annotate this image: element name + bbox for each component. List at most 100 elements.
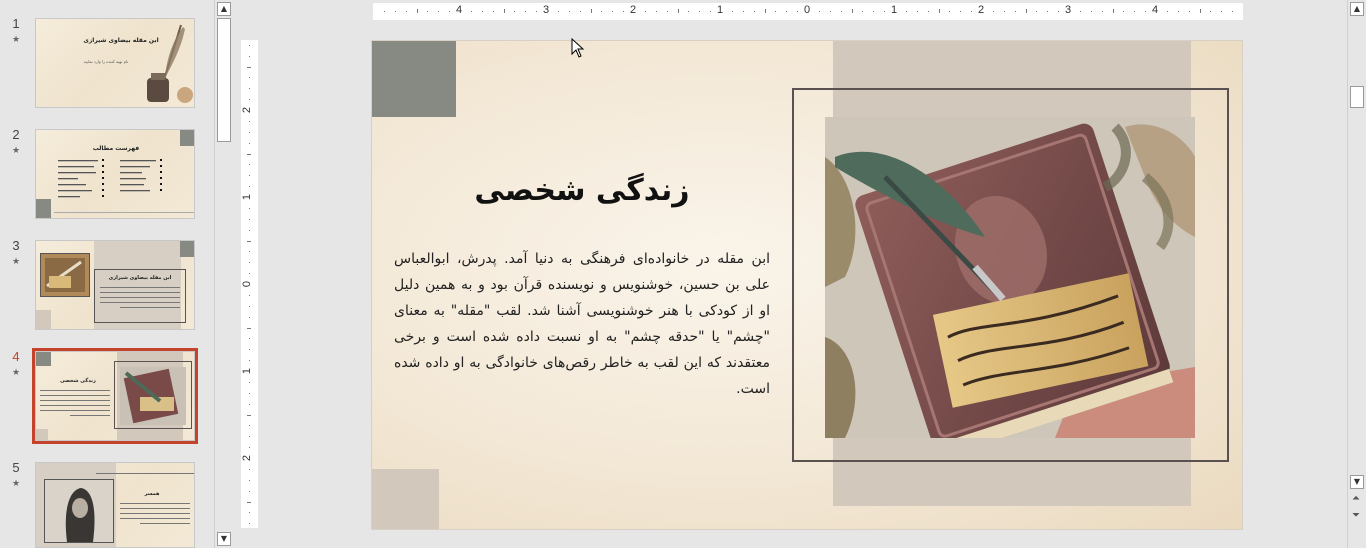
ruler-number: 2 xyxy=(241,106,254,114)
ruler-tick xyxy=(514,11,516,12)
ruler-tick xyxy=(247,501,251,503)
ruler-tick xyxy=(1014,11,1016,12)
ruler-tick xyxy=(710,11,712,12)
slide-thumbnail-2[interactable]: فهرست مطالب xyxy=(35,129,195,219)
ruler-tick xyxy=(644,11,646,12)
ruler-tick xyxy=(1047,11,1049,12)
chevron-down-icon[interactable]: ▼ xyxy=(1350,475,1364,489)
ruler-tick xyxy=(1188,11,1190,12)
ruler-tick xyxy=(938,9,940,13)
thumb-number-5: 5 xyxy=(12,460,20,475)
ruler-tick xyxy=(405,11,407,12)
ruler-tick xyxy=(249,77,250,79)
ruler-number: 2 xyxy=(978,4,985,16)
slide-thumbnail-1[interactable]: ابن مقله بیضاوی شیرازی نام تهیه کننده را… xyxy=(35,18,195,108)
ruler-tick xyxy=(579,11,581,12)
ruler-tick xyxy=(775,11,777,12)
ruler-number: 1 xyxy=(241,193,254,201)
transition-star-icon[interactable]: ★ xyxy=(10,257,22,267)
ruler-tick xyxy=(427,11,429,12)
ruler-tick xyxy=(557,11,559,12)
ruler-tick xyxy=(249,131,250,133)
chevron-down-icon[interactable]: ▼ xyxy=(217,532,231,546)
ruler-tick xyxy=(470,11,472,12)
corner-block xyxy=(36,310,51,329)
ruler-tick xyxy=(249,142,250,144)
quill-inkwell-image xyxy=(141,23,194,107)
ruler-tick xyxy=(818,11,820,12)
ruler-number: 2 xyxy=(630,4,637,16)
ruler-tick xyxy=(1199,9,1201,13)
ruler-tick xyxy=(1123,11,1125,12)
ruler-tick xyxy=(949,11,951,12)
thumbnail-scrollbar[interactable]: ▲ ▼ xyxy=(214,0,232,548)
ruler-tick xyxy=(416,9,418,13)
ruler-number: 4 xyxy=(456,4,463,16)
mouse-pointer-icon xyxy=(571,37,585,58)
ruler-tick xyxy=(797,11,799,12)
slide-thumbnail-5[interactable]: همسر xyxy=(35,462,195,548)
slide-thumbnail-3[interactable]: ابن مقله بیضاوی شیرازی xyxy=(35,240,195,330)
chevron-up-icon[interactable]: ▲ xyxy=(1350,2,1364,16)
ruler-number: 0 xyxy=(241,280,254,288)
ruler-tick xyxy=(249,403,250,405)
corner-block xyxy=(180,130,194,146)
ruler-number: 1 xyxy=(717,4,724,16)
ruler-tick xyxy=(249,218,250,220)
editor-scrollbar[interactable]: ▲ ▼ ⏶ ⏷ xyxy=(1347,0,1366,548)
divider-line xyxy=(96,473,194,474)
slide-thumbnail-4[interactable]: زندگی شخصی xyxy=(32,348,198,444)
chevron-up-icon[interactable]: ▲ xyxy=(217,2,231,16)
slide-thumbnail-pane: 1 ★ ابن مقله بیضاوی شیرازی نام تهیه کنند… xyxy=(0,0,214,548)
ruler-tick xyxy=(247,327,251,329)
ruler-tick xyxy=(249,392,250,394)
slide-title[interactable]: زندگی شخصی xyxy=(432,173,732,208)
ruler-tick xyxy=(699,11,701,12)
ruler-tick xyxy=(1145,11,1147,12)
thumb-title: همسر xyxy=(144,491,160,497)
vertical-ruler[interactable]: 2 1 0 1 2 xyxy=(241,40,258,528)
ruler-tick xyxy=(249,447,250,449)
powerpoint-window: 1 ★ ابن مقله بیضاوی شیرازی نام تهیه کنند… xyxy=(0,0,1366,548)
corner-block xyxy=(180,241,194,257)
ruler-tick xyxy=(249,381,250,383)
ruler-tick xyxy=(590,9,592,13)
ruler-tick xyxy=(655,11,657,12)
ruler-tick xyxy=(503,9,505,13)
ruler-tick xyxy=(1166,11,1168,12)
slide-canvas[interactable]: زندگی شخصی ابن مقله در خانواده‌ای فرهنگی… xyxy=(371,40,1243,530)
ruler-tick xyxy=(249,186,250,188)
ruler-tick xyxy=(927,11,929,12)
ruler-tick xyxy=(1058,11,1060,12)
double-chevron-down-icon[interactable]: ⏷ xyxy=(1352,510,1360,521)
scrollbar-thumb[interactable] xyxy=(217,18,231,142)
double-chevron-up-icon[interactable]: ⏶ xyxy=(1352,493,1360,504)
ruler-tick xyxy=(536,11,538,12)
ruler-tick xyxy=(249,338,250,340)
thumb-title: زندگی شخصی xyxy=(60,378,96,384)
ruler-tick xyxy=(1101,11,1103,12)
ruler-tick xyxy=(249,512,250,514)
ruler-tick xyxy=(249,294,250,296)
transition-star-icon[interactable]: ★ xyxy=(10,35,22,45)
ruler-tick xyxy=(249,251,250,253)
ruler-tick xyxy=(249,99,250,101)
book-quill-photo[interactable] xyxy=(825,117,1195,438)
horizontal-ruler[interactable]: 4 3 2 1 0 1 2 3 4 xyxy=(373,3,1243,20)
scrollbar-thumb[interactable] xyxy=(1350,86,1364,108)
portrait-image xyxy=(44,479,114,543)
slide-body-text[interactable]: ابن مقله در خانواده‌ای فرهنگی به دنیا آم… xyxy=(394,246,770,402)
ruler-number: 0 xyxy=(804,4,811,16)
ruler-tick xyxy=(731,11,733,12)
ruler-tick xyxy=(916,11,918,12)
corner-block-bottom-left xyxy=(372,469,439,529)
transition-star-icon[interactable]: ★ xyxy=(10,368,22,378)
transition-star-icon[interactable]: ★ xyxy=(10,479,22,489)
ruler-tick xyxy=(1079,11,1081,12)
ruler-tick xyxy=(753,11,755,12)
ruler-tick xyxy=(249,468,250,470)
ruler-number: 2 xyxy=(241,454,254,462)
ruler-tick xyxy=(1177,11,1179,12)
transition-star-icon[interactable]: ★ xyxy=(10,146,22,156)
ruler-tick xyxy=(249,305,250,307)
